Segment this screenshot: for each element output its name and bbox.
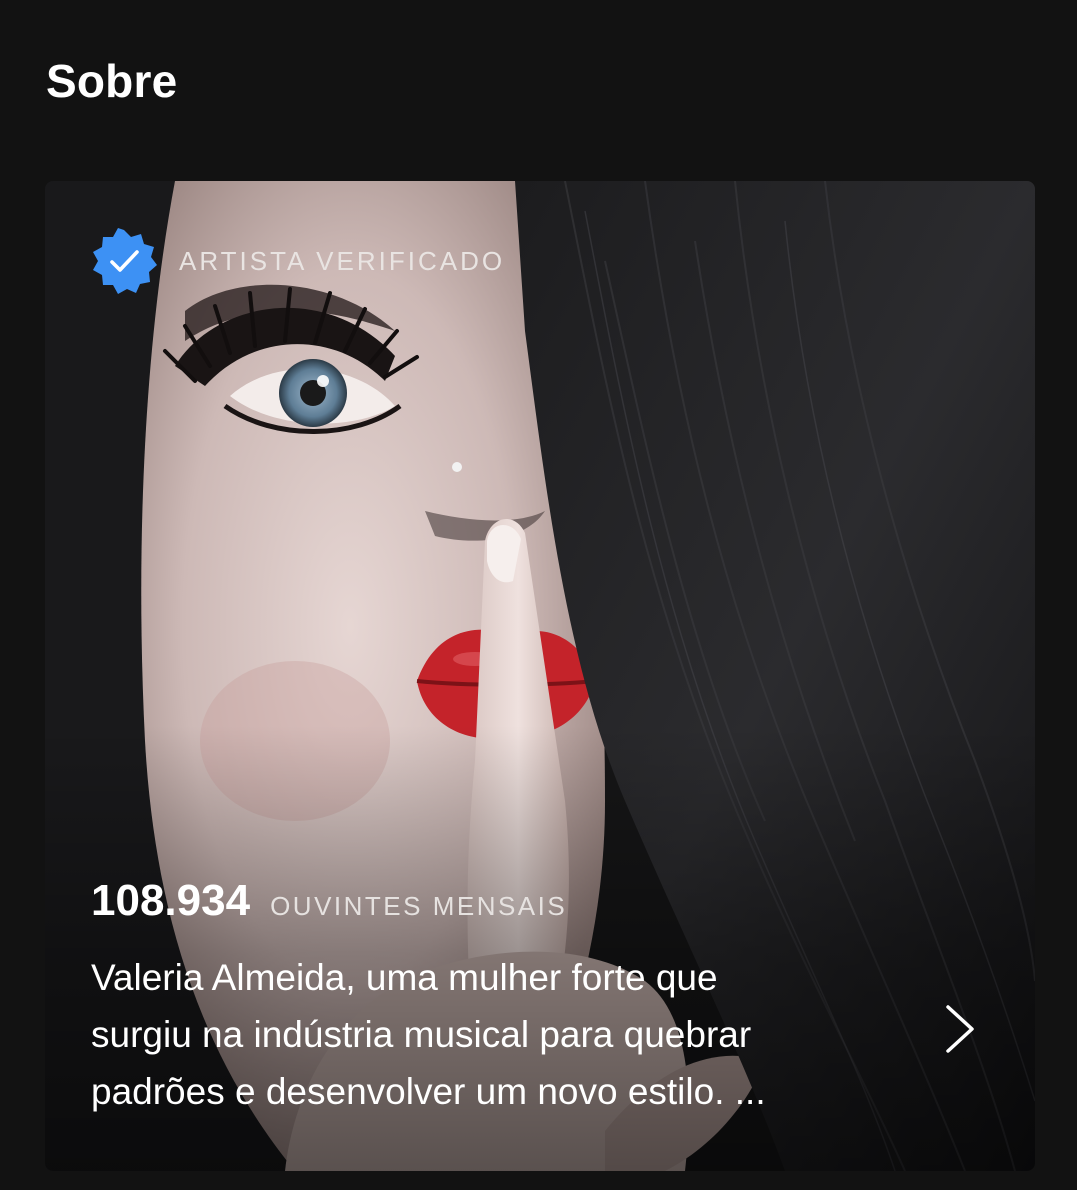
artist-about-card[interactable]: ARTISTA VERIFICADO 108.934 OUVINTES MENS… [45,181,1035,1171]
verified-artist-label: ARTISTA VERIFICADO [179,245,506,276]
artist-bio[interactable]: Valeria Almeida, uma mulher forte que su… [91,949,931,1120]
bio-line: surgiu na indústria musical para quebrar [91,1014,752,1055]
verified-badge-icon [91,228,157,294]
section-title: Sobre [46,55,178,107]
verified-artist-badge: ARTISTA VERIFICADO [91,228,505,294]
monthly-listeners: 108.934 OUVINTES MENSAIS [91,876,567,926]
about-page: Sobre ARTISTA VERIFICADO 108.934 OUVINTE… [0,0,1077,1190]
monthly-listeners-label: OUVINTES MENSAIS [270,891,568,921]
bio-line: padrões e desenvolver um novo estilo. ..… [91,1071,766,1112]
monthly-listeners-count: 108.934 [91,876,251,925]
chevron-right-icon[interactable] [940,1003,980,1055]
bio-line: Valeria Almeida, uma mulher forte que [91,957,718,998]
